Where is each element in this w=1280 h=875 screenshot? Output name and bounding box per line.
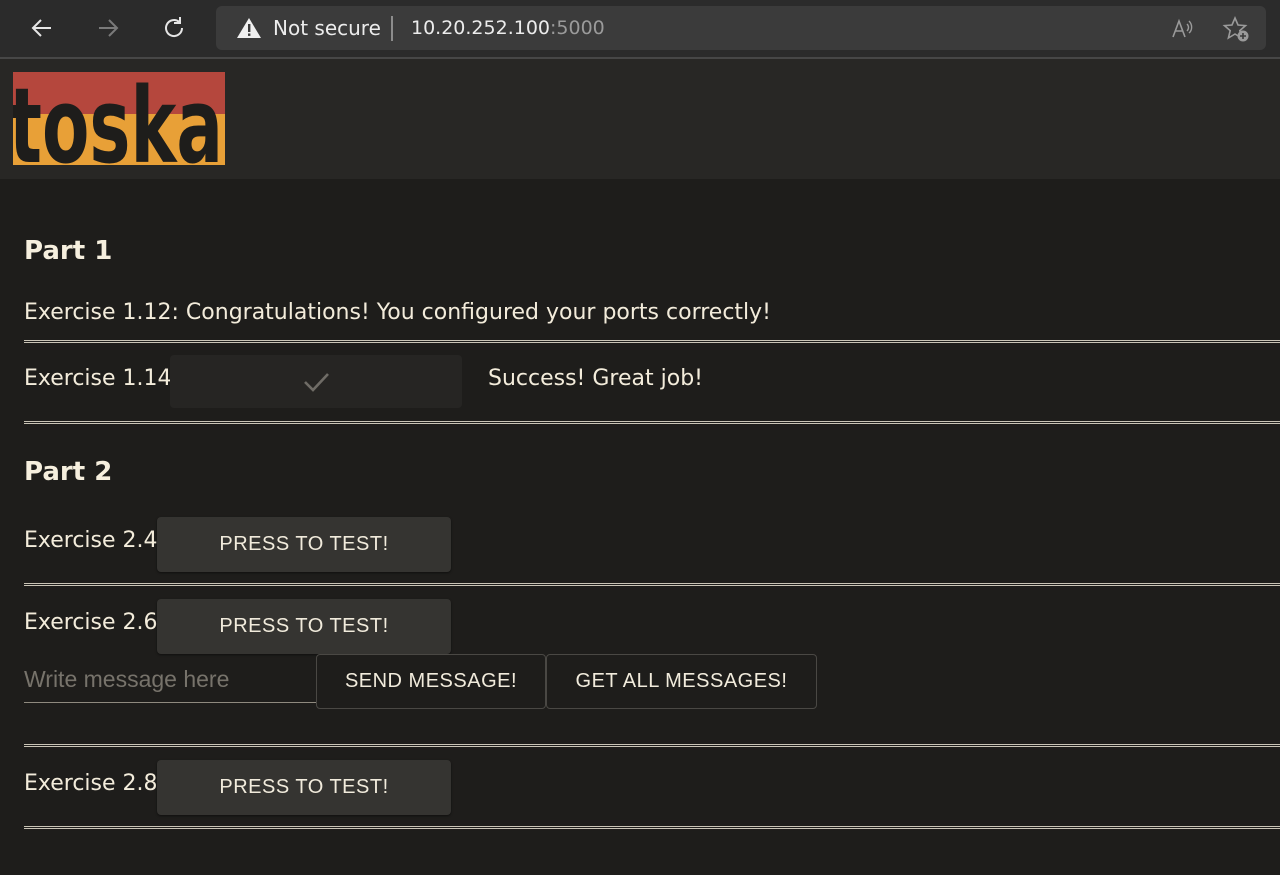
forward-arrow-icon [99, 19, 119, 37]
divider [24, 421, 1280, 424]
part2-heading: Part 2 [24, 457, 113, 487]
exercise-2-8-label: Exercise 2.8: [24, 771, 165, 796]
divider [24, 826, 1280, 829]
exercise-2-6-label: Exercise 2.6: [24, 610, 165, 635]
exercise-2-6-test-button[interactable]: PRESS TO TEST! [157, 599, 451, 654]
divider [24, 744, 1280, 747]
reload-button[interactable] [156, 10, 192, 46]
back-arrow-icon [31, 19, 51, 37]
add-favorite-icon[interactable] [1222, 15, 1250, 43]
reload-icon [165, 17, 184, 37]
address-bar[interactable]: Not secure 10.20.252.100:5000 [216, 6, 1266, 50]
checkmark-icon [304, 372, 329, 392]
exercise-2-8-test-button[interactable]: PRESS TO TEST! [157, 760, 451, 815]
toska-logo: toska [13, 72, 225, 165]
url-text[interactable]: 10.20.252.100:5000 [411, 17, 605, 39]
get-all-messages-button[interactable]: GET ALL MESSAGES! [546, 654, 817, 709]
logo-text: toska [13, 72, 223, 165]
security-label[interactable]: Not secure [273, 16, 381, 40]
forward-button[interactable] [90, 10, 126, 46]
divider [24, 340, 1280, 343]
exercise-1-14-label: Exercise 1.14: [24, 366, 179, 391]
read-aloud-icon[interactable] [1168, 15, 1196, 43]
message-input[interactable]: Write message here [24, 657, 316, 703]
address-separator [391, 16, 393, 41]
warning-icon[interactable] [236, 17, 262, 39]
back-button[interactable] [24, 10, 60, 46]
url-host: 10.20.252.100 [411, 17, 551, 39]
browser-toolbar: Not secure 10.20.252.100:5000 [0, 0, 1280, 59]
exercise-2-4-label: Exercise 2.4: [24, 528, 165, 553]
part1-heading: Part 1 [24, 236, 113, 266]
url-port: :5000 [550, 17, 605, 39]
divider [24, 583, 1280, 586]
exercise-1-14-result: Success! Great job! [488, 366, 703, 391]
exercise-1-14-button [170, 355, 462, 408]
send-message-button[interactable]: SEND MESSAGE! [316, 654, 546, 709]
page-header: toska [0, 59, 1280, 179]
exercise-2-4-test-button[interactable]: PRESS TO TEST! [157, 517, 451, 572]
exercise-1-12-text: Exercise 1.12: Congratulations! You conf… [24, 300, 771, 325]
